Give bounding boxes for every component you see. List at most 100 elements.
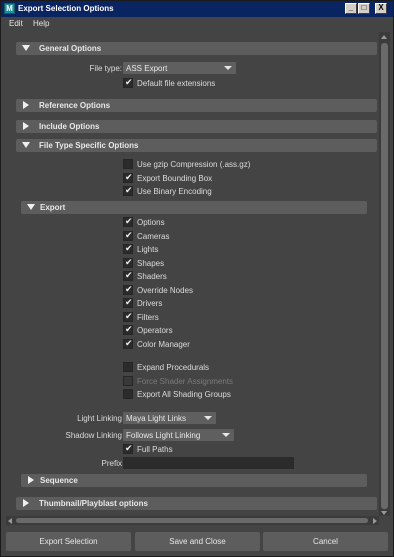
- export-drivers-checkbox[interactable]: ✔: [123, 297, 133, 308]
- full-paths-checkbox[interactable]: ✔: [123, 443, 133, 454]
- export-color-manager-label: Color Manager: [137, 340, 190, 349]
- export-shapes-checkbox[interactable]: ✔: [123, 257, 133, 268]
- save-and-close-button[interactable]: Save and Close: [135, 532, 260, 551]
- horizontal-scroll-thumb[interactable]: [16, 518, 368, 523]
- section-label: File Type Specific Options: [39, 141, 139, 150]
- file-type-label: File type:: [89, 64, 122, 73]
- prefix-label: Prefix: [101, 459, 122, 468]
- section-general-options[interactable]: General Options: [16, 42, 377, 55]
- collapse-arrow-icon: [22, 142, 30, 148]
- export-cameras-label: Cameras: [137, 232, 170, 241]
- export-all-shading-groups-checkbox[interactable]: [123, 389, 133, 399]
- light-linking-label: Light Linking: [77, 414, 122, 423]
- expand-arrow-icon: [23, 101, 29, 109]
- section-label: General Options: [39, 44, 102, 53]
- checkmark-icon: ✔: [125, 257, 133, 267]
- checkmark-icon: ✔: [125, 297, 133, 307]
- light-linking-value: Maya Light Links: [126, 414, 187, 423]
- section-label: Include Options: [39, 122, 100, 131]
- checkmark-icon: ✔: [125, 230, 133, 240]
- section-thumbnail-playblast[interactable]: Thumbnail/Playblast options: [16, 497, 377, 510]
- section-label: Export: [40, 203, 66, 212]
- horizontal-scrollbar[interactable]: [6, 516, 379, 525]
- checkmark-icon: ✔: [125, 443, 133, 453]
- section-file-type-specific[interactable]: File Type Specific Options: [16, 139, 377, 152]
- force-shader-assignments-label: Force Shader Assignments: [137, 377, 234, 386]
- section-sequence[interactable]: Sequence: [21, 474, 367, 487]
- file-type-dropdown[interactable]: ASS Export: [123, 62, 236, 74]
- vertical-scroll-thumb[interactable]: [381, 43, 388, 509]
- export-operators-checkbox[interactable]: ✔: [123, 324, 133, 335]
- checkmark-icon: ✔: [125, 284, 133, 294]
- export-options-checkbox[interactable]: ✔: [123, 216, 133, 227]
- maximize-button[interactable]: □: [358, 3, 370, 14]
- export-selection-options-window: M Export Selection Options _ □ X Edit He…: [0, 0, 394, 557]
- section-label: Reference Options: [39, 101, 111, 110]
- expand-procedurals-label: Expand Procedurals: [137, 363, 210, 372]
- checkmark-icon: ✔: [125, 270, 133, 280]
- chevron-down-icon: [222, 433, 230, 437]
- default-extensions-checkbox[interactable]: ✔: [123, 77, 133, 88]
- prefix-input[interactable]: [123, 457, 294, 469]
- menu-help[interactable]: Help: [33, 19, 49, 28]
- close-button[interactable]: X: [375, 3, 387, 14]
- collapse-arrow-icon: [27, 204, 35, 210]
- chevron-down-icon: [224, 66, 232, 70]
- chevron-down-icon: [204, 416, 212, 420]
- menu-edit[interactable]: Edit: [9, 19, 23, 28]
- export-override-nodes-label: Override Nodes: [137, 286, 194, 295]
- export-cameras-checkbox[interactable]: ✔: [123, 230, 133, 241]
- export-drivers-label: Drivers: [137, 299, 163, 308]
- expand-procedurals-checkbox[interactable]: [123, 362, 133, 372]
- force-shader-assignments-checkbox[interactable]: [123, 376, 133, 386]
- shadow-linking-label: Shadow Linking: [65, 431, 122, 440]
- checkmark-icon: ✔: [125, 338, 133, 348]
- checkmark-icon: ✔: [125, 185, 133, 195]
- section-export[interactable]: Export: [21, 201, 367, 214]
- export-lights-label: Lights: [137, 245, 159, 254]
- checkmark-icon: ✔: [125, 324, 133, 334]
- export-shaders-checkbox[interactable]: ✔: [123, 270, 133, 281]
- gzip-compression-checkbox[interactable]: [123, 159, 133, 169]
- maya-app-icon: M: [4, 3, 15, 14]
- checkmark-icon: ✔: [125, 77, 133, 87]
- export-override-nodes-checkbox[interactable]: ✔: [123, 284, 133, 295]
- shadow-linking-dropdown[interactable]: Follows Light Linking: [123, 429, 234, 441]
- scroll-right-arrow-icon[interactable]: [373, 518, 377, 524]
- section-reference-options[interactable]: Reference Options: [16, 99, 377, 112]
- export-filters-checkbox[interactable]: ✔: [123, 311, 133, 322]
- minimize-button[interactable]: _: [345, 3, 357, 14]
- export-bounding-box-label: Export Bounding Box: [137, 174, 213, 183]
- checkmark-icon: ✔: [125, 172, 133, 182]
- scroll-left-arrow-icon[interactable]: [8, 518, 12, 524]
- checkmark-icon: ✔: [125, 311, 133, 321]
- checkmark-icon: ✔: [125, 243, 133, 253]
- full-paths-label: Full Paths: [137, 445, 173, 454]
- binary-encoding-checkbox[interactable]: ✔: [123, 185, 133, 196]
- expand-arrow-icon: [23, 122, 29, 130]
- light-linking-dropdown[interactable]: Maya Light Links: [123, 412, 216, 424]
- cancel-button[interactable]: Cancel: [263, 532, 388, 551]
- binary-encoding-label: Use Binary Encoding: [137, 187, 212, 196]
- section-label: Sequence: [40, 476, 78, 485]
- export-operators-label: Operators: [137, 326, 173, 335]
- collapse-arrow-icon: [22, 45, 30, 51]
- export-options-label: Options: [137, 218, 165, 227]
- export-all-shading-groups-label: Export All Shading Groups: [137, 390, 231, 399]
- scroll-up-arrow-icon[interactable]: [381, 35, 387, 39]
- scroll-down-arrow-icon[interactable]: [381, 511, 387, 515]
- export-bounding-box-checkbox[interactable]: ✔: [123, 172, 133, 183]
- export-shapes-label: Shapes: [137, 259, 165, 268]
- vertical-scrollbar[interactable]: [379, 32, 390, 516]
- export-selection-button[interactable]: Export Selection: [6, 532, 131, 551]
- options-scroll-area: General Options File type: ASS Export ✔ …: [6, 33, 390, 523]
- export-filters-label: Filters: [137, 313, 159, 322]
- menu-bar: Edit Help: [1, 17, 393, 31]
- window-title: Export Selection Options: [18, 4, 114, 13]
- export-shaders-label: Shaders: [137, 272, 167, 281]
- expand-arrow-icon: [28, 476, 34, 484]
- title-bar[interactable]: M Export Selection Options _ □ X: [1, 1, 393, 17]
- export-lights-checkbox[interactable]: ✔: [123, 243, 133, 254]
- export-color-manager-checkbox[interactable]: ✔: [123, 338, 133, 349]
- section-include-options[interactable]: Include Options: [16, 120, 377, 133]
